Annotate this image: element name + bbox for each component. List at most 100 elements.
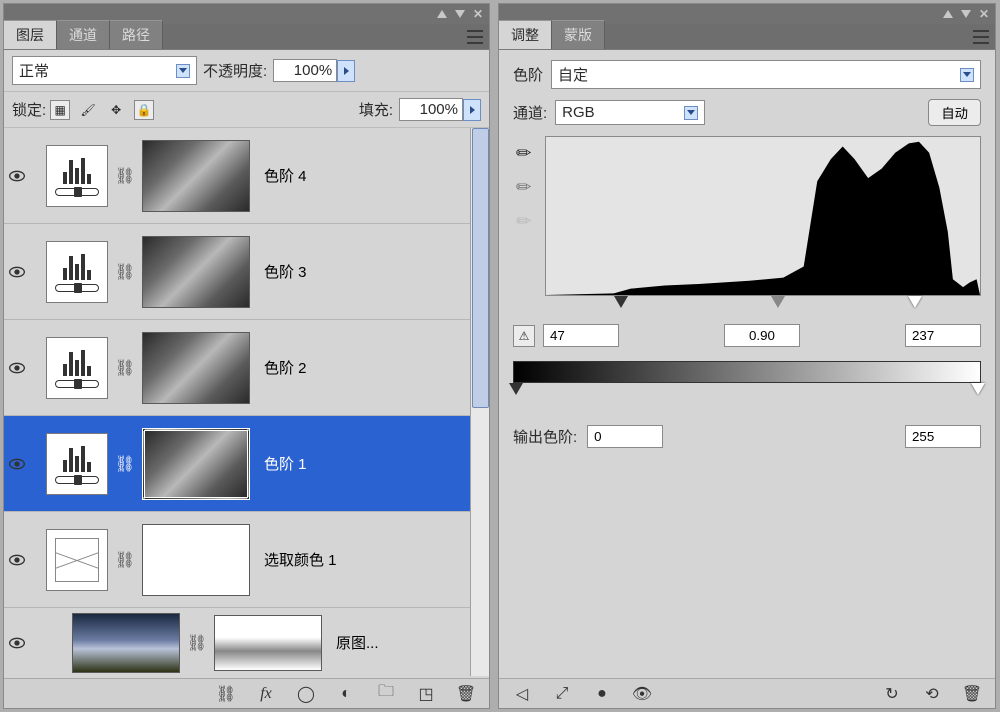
visibility-toggle[interactable] — [4, 458, 30, 470]
layer-name[interactable]: 色阶 1 — [264, 453, 307, 474]
layer-name[interactable]: 色阶 3 — [264, 261, 307, 282]
input-gamma-field[interactable] — [724, 324, 800, 347]
visibility-toggle[interactable] — [4, 637, 30, 649]
lock-fill-row: 锁定: ▦ 🖌 ✥ 🔒 填充: 100% — [4, 92, 489, 128]
channel-value: RGB — [562, 104, 595, 121]
input-levels-slider[interactable] — [551, 296, 943, 316]
layer-row[interactable]: ⛓ 色阶 2 — [4, 320, 489, 416]
back-icon[interactable]: ◁ — [513, 685, 531, 703]
gray-point-eyedropper-icon[interactable]: ✎ — [508, 171, 539, 202]
link-icon[interactable]: ⛓ — [190, 633, 204, 653]
output-white-handle[interactable] — [971, 383, 985, 395]
blend-mode-value: 正常 — [19, 60, 49, 81]
chevron-down-icon — [960, 68, 974, 82]
group-icon[interactable]: 🗀 — [377, 685, 395, 703]
layer-name[interactable]: 色阶 2 — [264, 357, 307, 378]
layer-mask-thumb[interactable] — [142, 140, 250, 212]
lock-transparent-icon[interactable]: ▦ — [50, 100, 70, 120]
input-black-field[interactable] — [543, 324, 619, 347]
layer-row[interactable]: ⛓ 原图... — [4, 608, 489, 676]
link-icon[interactable]: ⛓ — [118, 166, 132, 186]
lock-position-icon[interactable]: ✥ — [106, 100, 126, 120]
white-point-eyedropper-icon[interactable]: ✎ — [508, 205, 539, 236]
layer-row-selected[interactable]: ⛓ 色阶 1 — [4, 416, 489, 512]
layer-mask-thumb[interactable] — [142, 524, 250, 596]
new-layer-icon[interactable]: ◳ — [417, 685, 435, 703]
auto-button[interactable]: 自动 — [928, 99, 981, 126]
clip-warning-icon[interactable]: ⚠ — [513, 325, 535, 347]
input-white-field[interactable] — [905, 324, 981, 347]
opacity-stepper[interactable] — [337, 60, 355, 82]
layer-mask-thumb[interactable] — [142, 428, 250, 500]
black-point-eyedropper-icon[interactable]: ✎ — [508, 137, 539, 168]
layer-name[interactable]: 色阶 4 — [264, 165, 307, 186]
clip-to-layer-icon[interactable]: ● — [593, 685, 611, 703]
tab-channels[interactable]: 通道 — [57, 20, 110, 49]
link-icon[interactable]: ⛓ — [118, 550, 132, 570]
layer-name[interactable]: 原图... — [336, 632, 379, 653]
layers-panel: ✕ 图层 通道 路径 正常 不透明度: 100% 锁定: ▦ 🖌 ✥ 🔒 填充:… — [3, 3, 490, 709]
toggle-visibility-icon[interactable]: 👁 — [633, 685, 651, 703]
black-slider-handle[interactable] — [614, 296, 628, 308]
link-layers-icon[interactable]: ⛓ — [217, 685, 235, 703]
visibility-toggle[interactable] — [4, 362, 30, 374]
preset-select[interactable]: 自定 — [551, 60, 981, 89]
layer-row[interactable]: ⛓ 色阶 3 — [4, 224, 489, 320]
channel-label: 通道: — [513, 102, 547, 123]
previous-state-icon[interactable]: ↻ — [883, 685, 901, 703]
gamma-slider-handle[interactable] — [771, 296, 785, 308]
adjust-tab-bar: 调整 蒙版 — [499, 24, 995, 50]
visibility-toggle[interactable] — [4, 554, 30, 566]
delete-adjustment-icon[interactable]: 🗑 — [963, 685, 981, 703]
output-black-handle[interactable] — [509, 383, 523, 395]
layers-scrollbar[interactable] — [470, 128, 489, 676]
chevron-down-icon — [176, 64, 190, 78]
lock-label: 锁定: — [12, 99, 46, 120]
output-label: 输出色阶: — [513, 426, 577, 447]
layer-mask-thumb[interactable] — [142, 332, 250, 404]
blend-mode-select[interactable]: 正常 — [12, 56, 197, 85]
lock-all-icon[interactable]: 🔒 — [134, 100, 154, 120]
layer-mask-thumb[interactable] — [142, 236, 250, 308]
white-slider-handle[interactable] — [908, 296, 922, 308]
lock-paint-icon[interactable]: 🖌 — [78, 100, 98, 120]
expand-icon[interactable]: ⤢ — [553, 685, 571, 703]
layer-row[interactable]: ⛓ 选取颜色 1 — [4, 512, 489, 608]
fill-input[interactable]: 100% — [399, 98, 463, 121]
histogram-chart[interactable] — [545, 136, 981, 296]
fx-icon[interactable]: fx — [257, 685, 275, 703]
panel-menu-icon[interactable] — [467, 30, 483, 44]
layer-mask-thumb[interactable] — [214, 615, 322, 671]
close-icon[interactable]: ✕ — [979, 7, 989, 21]
collapse-left-icon — [437, 10, 447, 18]
link-icon[interactable]: ⛓ — [118, 454, 132, 474]
tab-adjustments[interactable]: 调整 — [499, 20, 552, 49]
opacity-input[interactable]: 100% — [273, 59, 337, 82]
link-icon[interactable]: ⛓ — [118, 358, 132, 378]
visibility-toggle[interactable] — [4, 266, 30, 278]
delete-layer-icon[interactable]: 🗑 — [457, 685, 475, 703]
channel-select[interactable]: RGB — [555, 100, 705, 125]
output-levels-slider[interactable] — [513, 383, 981, 403]
adjustments-panel: ✕ 调整 蒙版 色阶 自定 通道: RGB 自动 ✎ ✎ ✎ — [498, 3, 996, 709]
layer-name[interactable]: 选取颜色 1 — [264, 549, 337, 570]
layer-row[interactable]: ⛓ 色阶 4 — [4, 128, 489, 224]
add-mask-icon[interactable]: ◯ — [297, 685, 315, 703]
output-white-field[interactable] — [905, 425, 981, 448]
visibility-toggle[interactable] — [4, 170, 30, 182]
levels-thumb-icon — [46, 433, 108, 495]
collapse-left-icon — [943, 10, 953, 18]
link-icon[interactable]: ⛓ — [118, 262, 132, 282]
scrollbar-thumb[interactable] — [472, 128, 489, 408]
layers-list: ⛓ 色阶 4 ⛓ 色阶 3 ⛓ 色阶 2 ⛓ 色阶 1 — [4, 128, 489, 676]
adjustment-layer-icon[interactable]: ◐ — [337, 685, 355, 703]
tab-masks[interactable]: 蒙版 — [552, 20, 605, 49]
output-black-field[interactable] — [587, 425, 663, 448]
fill-stepper[interactable] — [463, 99, 481, 121]
tab-layers[interactable]: 图层 — [4, 20, 57, 49]
reset-icon[interactable]: ⟲ — [923, 685, 941, 703]
tab-paths[interactable]: 路径 — [110, 20, 163, 49]
close-icon[interactable]: ✕ — [473, 7, 483, 21]
fill-label: 填充: — [359, 99, 393, 120]
panel-menu-icon[interactable] — [973, 30, 989, 44]
